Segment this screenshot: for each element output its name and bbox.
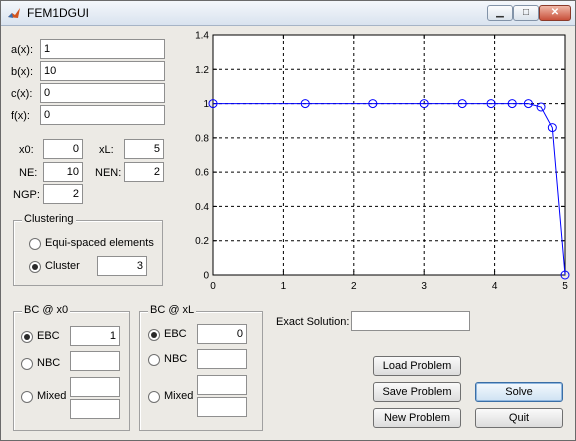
y-tick-label: 0.2 xyxy=(195,236,209,247)
xL-field[interactable]: 5 xyxy=(124,139,164,159)
bc-xL-nbc-field[interactable] xyxy=(197,349,247,369)
x-tick-label: 3 xyxy=(421,281,427,292)
f-field[interactable]: 0 xyxy=(40,105,165,125)
new-problem-button[interactable]: New Problem xyxy=(373,408,461,428)
f-label: f(x): xyxy=(11,110,30,122)
c-label: c(x): xyxy=(11,88,33,100)
bc-xL-mixed-field-1[interactable] xyxy=(197,375,247,395)
NGP-field[interactable]: 2 xyxy=(43,184,83,204)
cluster-field[interactable]: 3 xyxy=(97,256,147,276)
window-title: FEM1DGUI xyxy=(27,6,90,20)
y-tick-label: 0.4 xyxy=(195,202,209,213)
y-tick-label: 0.6 xyxy=(195,168,209,179)
b-field[interactable]: 10 xyxy=(40,61,165,81)
bc-x0-ebc-label: EBC xyxy=(37,330,60,342)
y-tick-label: 0.8 xyxy=(195,133,209,144)
quit-button[interactable]: Quit xyxy=(475,408,563,428)
xL-label: xL: xyxy=(99,144,114,156)
NEN-field[interactable]: 2 xyxy=(124,162,164,182)
y-tick-label: 1.4 xyxy=(195,31,209,42)
bc-xL-mixed-radio[interactable] xyxy=(148,391,160,403)
x0-field[interactable]: 0 xyxy=(43,139,83,159)
bc-x0-nbc-field[interactable] xyxy=(70,351,120,371)
x-tick-label: 1 xyxy=(281,281,287,292)
x0-label: x0: xyxy=(19,144,34,156)
bc-x0-ebc-field[interactable]: 1 xyxy=(70,326,120,346)
y-tick-label: 0 xyxy=(203,271,209,282)
equi-spaced-radio[interactable] xyxy=(29,238,41,250)
bc-xL-group: BC @ xL EBC 0 NBC Mixed xyxy=(139,304,263,431)
bc-x0-group: BC @ x0 EBC 1 NBC Mixed xyxy=(13,304,130,431)
exact-solution-field[interactable] xyxy=(351,311,470,331)
main-window: FEM1DGUI ▁ □ ✕ a(x): 1 b(x): 10 c(x): 0 … xyxy=(0,0,576,441)
bc-x0-mixed-radio[interactable] xyxy=(21,391,33,403)
y-tick-label: 1 xyxy=(203,99,209,110)
plot-area xyxy=(212,34,566,276)
cluster-radio[interactable] xyxy=(29,261,41,273)
close-button[interactable]: ✕ xyxy=(539,5,571,21)
bc-x0-mixed-field-1[interactable] xyxy=(70,377,120,397)
exact-solution-label: Exact Solution: xyxy=(276,316,350,328)
clustering-title: Clustering xyxy=(22,213,76,225)
bc-x0-nbc-label: NBC xyxy=(37,357,61,369)
bc-x0-title: BC @ x0 xyxy=(22,304,71,316)
solve-button[interactable]: Solve xyxy=(475,382,563,402)
NEN-label: NEN: xyxy=(95,167,122,179)
NE-label: NE: xyxy=(19,167,38,179)
cluster-label: Cluster xyxy=(45,260,80,272)
save-problem-button[interactable]: Save Problem xyxy=(373,382,461,402)
NE-field[interactable]: 10 xyxy=(43,162,83,182)
bc-x0-ebc-radio[interactable] xyxy=(21,331,33,343)
minimize-button[interactable]: ▁ xyxy=(487,5,513,21)
title-bar[interactable]: FEM1DGUI ▁ □ ✕ xyxy=(1,1,575,26)
x-tick-label: 2 xyxy=(351,281,357,292)
bc-x0-nbc-radio[interactable] xyxy=(21,358,33,370)
bc-x0-mixed-label: Mixed xyxy=(37,390,67,402)
x-tick-label: 5 xyxy=(562,281,568,292)
solution-plot: 0 1 2 3 4 5 0 0.2 0.4 0.6 0.8 1 1.2 1.4 xyxy=(195,31,570,292)
c-field[interactable]: 0 xyxy=(40,83,165,103)
bc-xL-nbc-label: NBC xyxy=(164,353,188,365)
bc-xL-ebc-radio[interactable] xyxy=(148,329,160,341)
load-problem-button[interactable]: Load Problem xyxy=(373,356,461,376)
NGP-label: NGP: xyxy=(13,189,40,201)
b-label: b(x): xyxy=(11,66,33,78)
maximize-button[interactable]: □ xyxy=(513,5,539,21)
bc-xL-ebc-field[interactable]: 0 xyxy=(197,324,247,344)
a-label: a(x): xyxy=(11,44,33,56)
a-field[interactable]: 1 xyxy=(40,39,165,59)
bc-xL-ebc-label: EBC xyxy=(164,328,187,340)
y-tick-label: 1.2 xyxy=(195,65,209,76)
equi-spaced-label: Equi-spaced elements xyxy=(45,237,154,249)
clustering-group: Clustering Equi-spaced elements Cluster … xyxy=(13,213,163,286)
bc-xL-mixed-label: Mixed xyxy=(164,390,194,402)
bc-xL-title: BC @ xL xyxy=(148,304,197,316)
x-tick-label: 0 xyxy=(210,281,216,292)
bc-xL-mixed-field-2[interactable] xyxy=(197,397,247,417)
bc-x0-mixed-field-2[interactable] xyxy=(70,399,120,419)
matlab-icon xyxy=(8,8,20,18)
x-tick-label: 4 xyxy=(492,281,498,292)
bc-xL-nbc-radio[interactable] xyxy=(148,354,160,366)
